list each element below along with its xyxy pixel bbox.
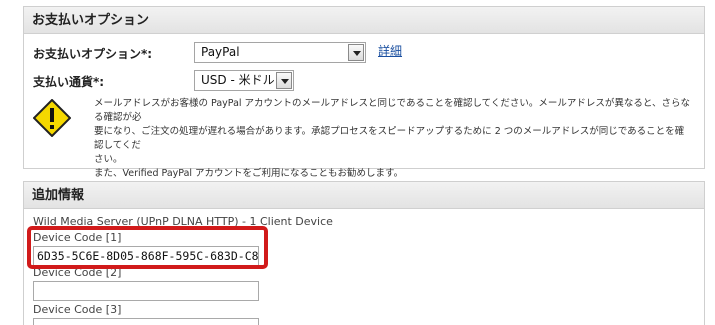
additional-info-header: 追加情報 [24,182,704,209]
currency-label: 支払い通貨*: [33,75,105,89]
payment-options-panel: お支払いオプション お支払いオプション*: PayPal 詳細 支払い通貨*: … [23,6,705,179]
device-code-2-input[interactable] [33,281,259,301]
device-code-1-input[interactable]: 6D35-5C6E-8D05-868F-595C-683D-C8 [33,246,259,266]
warning-icon [33,99,71,137]
device-code-3-label: Device Code [3] [33,303,122,316]
paypal-warning-text: メールアドレスがお客様の PayPal アカウントのメールアドレスと同じであるこ… [94,97,692,181]
device-code-1-label: Device Code [1] [33,231,122,244]
warning-line: また、Verified PayPal アカウントをご利用になることもお勧めします… [94,168,404,179]
device-code-3-input[interactable] [33,318,259,325]
warning-line: メールアドレスがお客様の PayPal アカウントのメールアドレスと同じであるこ… [94,98,691,123]
additional-info-panel: 追加情報 Wild Media Server (UPnP DLNA HTTP) … [23,181,705,325]
payment-option-label: お支払いオプション*: [33,47,153,61]
payment-options-header: お支払いオプション [24,7,704,34]
payment-option-value: PayPal [201,45,240,59]
chevron-down-icon[interactable] [276,72,292,89]
currency-select[interactable]: USD - 米ドル [194,70,294,91]
currency-value: USD - 米ドル [201,73,275,87]
warning-line: さい。 [94,154,123,165]
payment-option-select[interactable]: PayPal [194,42,366,63]
chevron-down-icon[interactable] [348,44,364,61]
details-link[interactable]: 詳細 [378,42,402,59]
product-name: Wild Media Server (UPnP DLNA HTTP) - 1 C… [33,215,333,228]
warning-line: 要になり、ご注文の処理が遅れる場合があります。承認プロセスをスピードアップするた… [94,126,685,151]
device-code-2-label: Device Code [2] [33,266,122,279]
